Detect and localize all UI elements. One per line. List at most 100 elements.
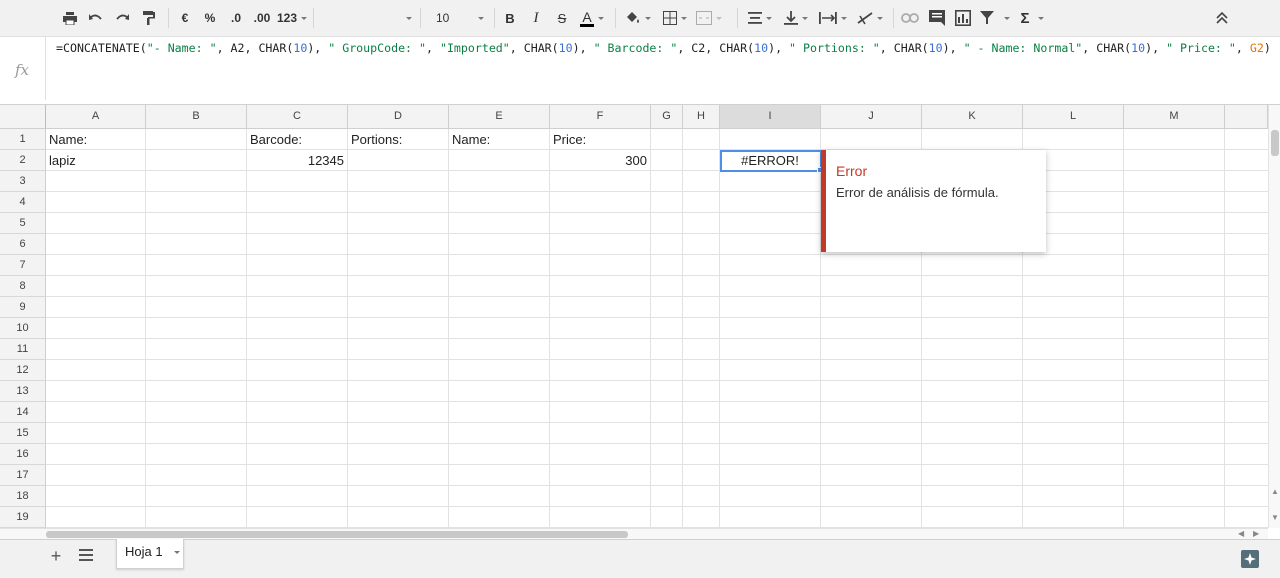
column-header-i[interactable]: I: [720, 105, 821, 129]
row-header-16[interactable]: 16: [0, 444, 46, 465]
functions-icon[interactable]: Σ: [1016, 6, 1048, 30]
cell-e1[interactable]: Name:: [449, 129, 549, 150]
row-header-7[interactable]: 7: [0, 255, 46, 276]
formula-token: , CHAR(: [509, 41, 559, 55]
scroll-up-icon[interactable]: ▲: [1271, 487, 1279, 496]
formula-token: ),: [572, 41, 594, 55]
row-header-8[interactable]: 8: [0, 276, 46, 297]
row-header-5[interactable]: 5: [0, 213, 46, 234]
cell-c1[interactable]: Barcode:: [247, 129, 347, 150]
comment-icon[interactable]: [926, 6, 948, 30]
cell-c2[interactable]: 12345: [247, 150, 347, 171]
grid-line: [46, 170, 1268, 171]
fill-color-icon[interactable]: [622, 6, 654, 30]
vertical-align-icon[interactable]: [780, 6, 812, 30]
font-family-select[interactable]: [318, 6, 412, 30]
merge-cells-icon[interactable]: [694, 6, 724, 30]
chart-icon[interactable]: [952, 6, 974, 30]
grid-line: [347, 129, 348, 528]
horizontal-scrollbar[interactable]: ◀ ▶: [0, 528, 1268, 539]
chevron-down-icon[interactable]: [174, 551, 180, 554]
row-header-3[interactable]: 3: [0, 171, 46, 192]
scroll-right-icon[interactable]: ▶: [1253, 529, 1259, 538]
selected-cell-outline: [720, 150, 822, 172]
cell-d1[interactable]: Portions:: [348, 129, 448, 150]
column-header-k[interactable]: K: [922, 105, 1023, 129]
column-header-d[interactable]: D: [348, 105, 449, 129]
row-header-9[interactable]: 9: [0, 297, 46, 318]
select-all-corner[interactable]: [0, 105, 46, 129]
row-header-10[interactable]: 10: [0, 318, 46, 339]
column-header-g[interactable]: G: [651, 105, 683, 129]
cell-f2[interactable]: 300: [550, 150, 650, 171]
formula-input[interactable]: =CONCATENATE("- Name: ", A2, CHAR(10), "…: [56, 41, 1271, 55]
row-header-13[interactable]: 13: [0, 381, 46, 402]
percent-icon[interactable]: %: [201, 6, 219, 30]
horizontal-scroll-thumb[interactable]: [46, 531, 628, 538]
spreadsheet-grid: ABCDEFGHIJKLM 1 2 3 4 5 6 7 8 9 10 11 12 13 14 15 16 17 1…: [0, 105, 1268, 528]
strikethrough-icon[interactable]: S: [552, 6, 572, 30]
column-header-h[interactable]: H: [683, 105, 720, 129]
collapse-icon[interactable]: [1212, 6, 1232, 30]
decrease-decimal-icon[interactable]: .0: [226, 6, 246, 30]
row-header-14[interactable]: 14: [0, 402, 46, 423]
row-header-11[interactable]: 11: [0, 339, 46, 360]
grid-line: [1224, 129, 1225, 528]
more-formats-icon[interactable]: 123: [277, 6, 308, 30]
formula-token: G2: [1249, 41, 1264, 55]
increase-decimal-icon[interactable]: .00: [251, 6, 273, 30]
cell-f1[interactable]: Price:: [550, 129, 650, 150]
sheet-tab-active[interactable]: Hoja 1: [116, 539, 184, 569]
text-color-icon[interactable]: A: [577, 6, 607, 30]
vertical-scroll-thumb[interactable]: [1271, 130, 1279, 156]
scroll-left-icon[interactable]: ◀: [1238, 529, 1244, 538]
column-header-f[interactable]: F: [550, 105, 651, 129]
filter-icon[interactable]: [978, 6, 1012, 30]
font-size-select[interactable]: 10: [428, 6, 486, 30]
cell-a1[interactable]: Name:: [46, 129, 145, 150]
error-message: Error de análisis de fórmula.: [836, 185, 999, 200]
add-sheet-icon[interactable]: +: [47, 547, 65, 566]
borders-icon[interactable]: [660, 6, 690, 30]
print-icon[interactable]: [60, 6, 80, 30]
column-header-c[interactable]: C: [247, 105, 348, 129]
text-rotation-icon[interactable]: [854, 6, 886, 30]
formula-token: , CHAR(: [1082, 41, 1132, 55]
cell-a2[interactable]: lapiz: [46, 150, 145, 171]
formula-token: ,: [426, 41, 440, 55]
row-header-15[interactable]: 15: [0, 423, 46, 444]
currency-icon[interactable]: €: [176, 6, 194, 30]
column-header-a[interactable]: A: [46, 105, 146, 129]
row-header-2[interactable]: 2: [0, 150, 46, 171]
redo-icon[interactable]: [112, 6, 132, 30]
column-header-b[interactable]: B: [146, 105, 247, 129]
undo-icon[interactable]: [86, 6, 106, 30]
row-header-18[interactable]: 18: [0, 486, 46, 507]
bold-icon[interactable]: B: [500, 6, 520, 30]
column-header-m[interactable]: M: [1124, 105, 1225, 129]
row-header-12[interactable]: 12: [0, 360, 46, 381]
column-header-l[interactable]: L: [1023, 105, 1124, 129]
horizontal-align-icon[interactable]: [744, 6, 776, 30]
row-header-19[interactable]: 19: [0, 507, 46, 528]
text-wrap-icon[interactable]: [816, 6, 850, 30]
row-header-6[interactable]: 6: [0, 234, 46, 255]
scroll-down-icon[interactable]: ▼: [1271, 513, 1279, 522]
column-header-j[interactable]: J: [821, 105, 922, 129]
column-header-e[interactable]: E: [449, 105, 550, 129]
paint-format-icon[interactable]: [139, 6, 159, 30]
link-icon[interactable]: [899, 6, 921, 30]
row-header-1[interactable]: 1: [0, 129, 46, 150]
formula-token: , CHAR(: [879, 41, 929, 55]
all-sheets-icon[interactable]: [79, 549, 95, 565]
row-header-4[interactable]: 4: [0, 192, 46, 213]
formula-token: 10: [558, 41, 573, 55]
error-tooltip: Error Error de análisis de fórmula.: [821, 150, 1046, 252]
formula-token: 10: [293, 41, 308, 55]
row-header-17[interactable]: 17: [0, 465, 46, 486]
vertical-scrollbar[interactable]: ▲ ▼: [1268, 105, 1280, 528]
grid-line: [46, 191, 1268, 192]
formula-token: " Portions: ": [789, 41, 880, 55]
explore-icon[interactable]: [1241, 550, 1259, 568]
italic-icon[interactable]: I: [526, 6, 546, 30]
